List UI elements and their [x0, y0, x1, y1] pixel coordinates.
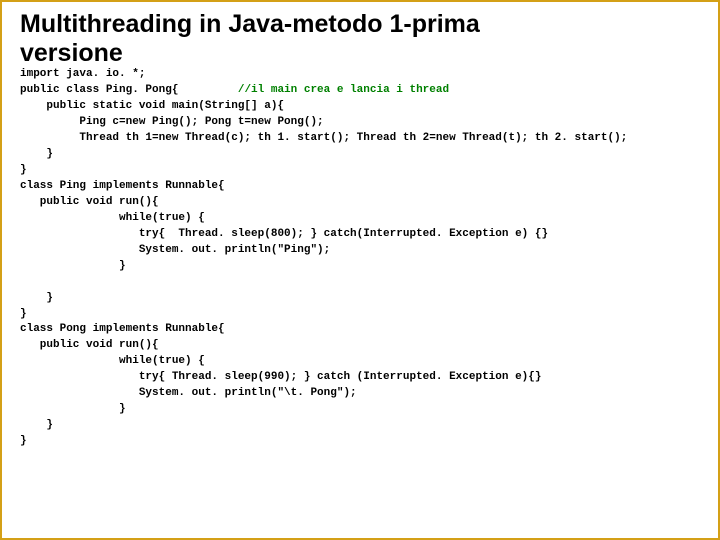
- code-line: }: [20, 403, 126, 415]
- title-line-1: Multithreading in Java-metodo 1-prima: [20, 10, 480, 38]
- code-line: public void run(){: [20, 196, 159, 208]
- code-block: import java. io. *; public class Ping. P…: [20, 52, 700, 466]
- code-line: while(true) {: [20, 212, 205, 224]
- code-line: System. out. println("\t. Pong");: [20, 387, 357, 399]
- code-line: public static void main(String[] a){: [20, 100, 284, 112]
- code-comment: //il main crea e lancia i thread: [238, 84, 449, 96]
- code-line: while(true) {: [20, 355, 205, 367]
- code-line: }: [20, 435, 27, 447]
- code-line: Thread th 1=new Thread(c); th 1. start()…: [20, 132, 627, 144]
- slide-container: Multithreading in Java-metodo 1-prima ve…: [2, 2, 718, 474]
- code-line: try{ Thread. sleep(990); } catch (Interr…: [20, 371, 542, 383]
- code-line: class Pong implements Runnable{: [20, 323, 225, 335]
- code-line: public class Ping. Pong{: [20, 84, 238, 96]
- code-line: }: [20, 308, 27, 320]
- code-line: Ping c=new Ping(); Pong t=new Pong();: [20, 116, 324, 128]
- code-line: }: [20, 148, 53, 160]
- code-line: class Ping implements Runnable{: [20, 180, 225, 192]
- code-line: System. out. println("Ping");: [20, 244, 330, 256]
- title-line-2: versione: [20, 39, 123, 67]
- code-line: public void run(){: [20, 339, 159, 351]
- code-line: import java. io. *;: [20, 68, 145, 80]
- code-line: }: [20, 260, 126, 272]
- code-line: }: [20, 164, 27, 176]
- code-line: }: [20, 292, 53, 304]
- code-line: }: [20, 419, 53, 431]
- code-line: try{ Thread. sleep(800); } catch(Interru…: [20, 228, 548, 240]
